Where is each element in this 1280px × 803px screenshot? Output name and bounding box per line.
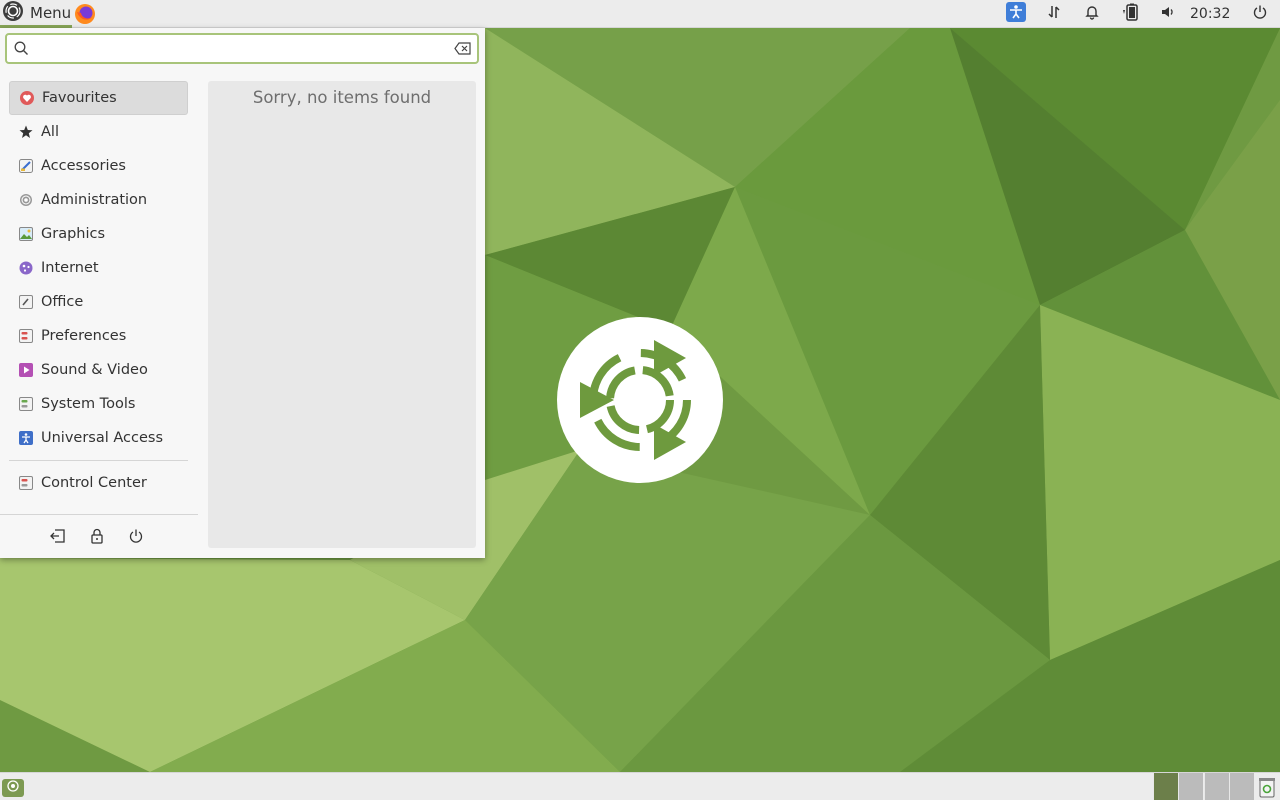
category-all[interactable]: All [9,115,188,149]
administration-icon [19,193,33,207]
results-pane: Sorry, no items found [208,81,476,548]
search-icon [14,41,29,60]
category-universal-access[interactable]: Universal Access [9,421,188,455]
volume-icon [1160,4,1176,24]
control-center-icon [19,476,33,490]
control-center-list: Control Center [9,466,188,500]
bottom-panel [0,772,1280,800]
battery-icon [1121,2,1141,26]
category-label: Preferences [41,328,127,344]
category-label: Administration [41,192,148,208]
notification-bell-icon [1084,4,1100,24]
accessibility-tray[interactable] [1006,2,1026,26]
universal-access-icon [19,431,33,445]
volume-tray[interactable] [1158,4,1178,24]
menu-label: Menu [30,3,72,22]
menu-button[interactable]: Menu [0,0,72,28]
battery-tray[interactable] [1121,2,1141,26]
category-label: Graphics [41,226,106,242]
trash-button[interactable] [1256,775,1278,799]
category-label: Sound & Video [41,362,148,378]
category-label: System Tools [41,396,136,412]
sound-video-icon [19,363,33,377]
firefox-launcher[interactable] [74,3,96,25]
network-transfer-icon [1046,4,1062,24]
workspace-1[interactable] [1153,773,1178,800]
power-icon [1252,4,1268,24]
separator [0,514,198,515]
category-graphics[interactable]: Graphics [9,217,188,251]
category-favourites[interactable]: Favourites [9,81,188,115]
category-label: All [41,124,59,140]
application-menu: Favourites All Accessories Administratio… [0,28,485,558]
log-out-icon [48,526,68,546]
lock-screen-button[interactable] [87,526,107,546]
lock-icon [87,526,107,546]
category-system-tools[interactable]: System Tools [9,387,188,421]
top-panel: Menu 20:32 [0,0,1280,28]
star-icon [19,125,33,139]
category-label: Office [41,294,84,310]
accessories-icon [19,159,33,173]
show-desktop-icon [7,780,19,796]
show-desktop-button[interactable] [2,779,24,797]
category-accessories[interactable]: Accessories [9,149,188,183]
office-icon [19,295,33,309]
category-internet[interactable]: Internet [9,251,188,285]
log-out-button[interactable] [48,526,68,546]
control-center-item[interactable]: Control Center [9,466,188,500]
category-sound-video[interactable]: Sound & Video [9,353,188,387]
search-box[interactable] [5,33,479,64]
search-input[interactable] [33,37,443,61]
category-office[interactable]: Office [9,285,188,319]
control-center-label: Control Center [41,475,147,491]
workspace-3[interactable] [1204,773,1229,800]
empty-results-message: Sorry, no items found [252,88,432,107]
category-preferences[interactable]: Preferences [9,319,188,353]
accessibility-icon [1006,2,1026,26]
system-tools-icon [19,397,33,411]
category-label: Accessories [41,158,126,174]
workspace-4[interactable] [1229,773,1254,800]
firefox-icon [74,4,96,29]
notifications-tray[interactable] [1082,4,1102,24]
workspace-2[interactable] [1178,773,1203,800]
ubuntu-mate-logo-icon [2,0,24,26]
separator [9,460,188,461]
category-label: Universal Access [41,430,164,446]
clock[interactable]: 20:32 [1190,0,1230,28]
shutdown-icon [126,526,146,546]
category-administration[interactable]: Administration [9,183,188,217]
graphics-icon [19,227,33,241]
category-label: Internet [41,260,99,276]
internet-icon [19,261,33,275]
clear-search-icon[interactable] [454,42,471,59]
trash-icon [1256,778,1278,803]
ubuntu-mate-logo [557,317,723,483]
category-list: Favourites All Accessories Administratio… [9,81,188,455]
shutdown-button[interactable] [126,526,146,546]
category-label: Favourites [42,90,117,106]
power-tray[interactable] [1250,4,1270,24]
preferences-icon [19,329,33,343]
heart-icon [20,91,34,105]
network-tray[interactable] [1044,4,1064,24]
session-buttons [48,526,146,546]
